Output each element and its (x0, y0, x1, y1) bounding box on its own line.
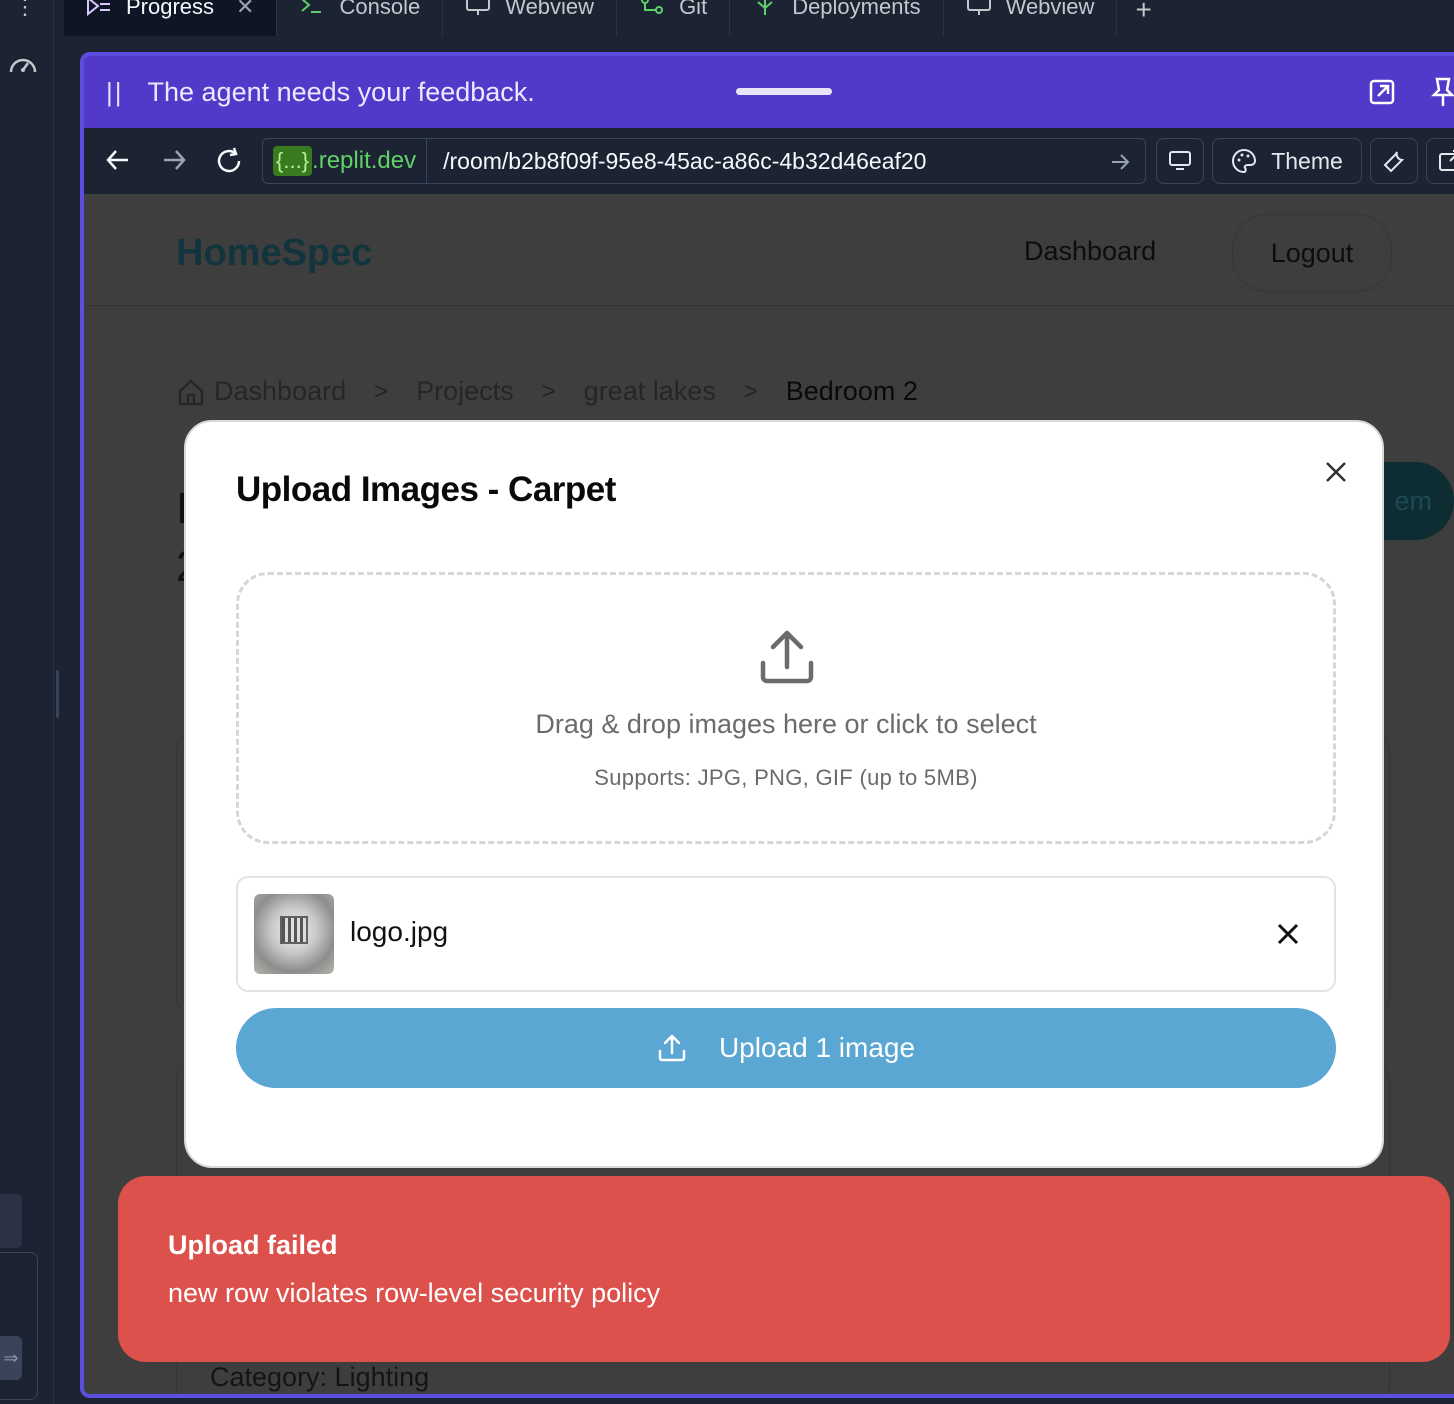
breadcrumb: Dashboard > Projects > great lakes > Bed… (176, 376, 918, 407)
dropzone-instructions: Drag & drop images here or click to sele… (535, 709, 1037, 739)
close-icon[interactable] (1322, 458, 1350, 486)
monitor-icon (466, 0, 491, 15)
tab-webview[interactable]: Webview (443, 0, 618, 36)
logout-button[interactable]: Logout (1232, 214, 1392, 292)
feedback-bar: || The agent needs your feedback. (84, 56, 1454, 128)
external-link-icon (1439, 150, 1454, 171)
tab-label: Deployments (792, 0, 921, 19)
tab-label: Progress (126, 0, 215, 19)
popout-icon[interactable] (1368, 78, 1396, 106)
drag-handle[interactable] (736, 88, 832, 95)
pin-icon[interactable] (1430, 76, 1454, 108)
toast-message: new row violates row-level security poli… (168, 1278, 661, 1308)
more-options-icon[interactable]: ⋮ (14, 0, 36, 20)
upload-button[interactable]: Upload 1 image (236, 1008, 1336, 1088)
tab-deployments[interactable]: Deployments (730, 0, 944, 36)
tab-label: Git (679, 0, 708, 19)
dialog-title: Upload Images - Carpet (236, 470, 616, 509)
breadcrumb-project[interactable]: great lakes (584, 376, 716, 407)
forward-arrow-icon[interactable] (160, 146, 188, 174)
tab-console[interactable]: Console (277, 0, 444, 36)
monitor-icon (1169, 151, 1191, 170)
breadcrumb-current: Bedroom 2 (785, 376, 918, 406)
palette-icon (1232, 148, 1257, 174)
go-arrow-icon[interactable] (1109, 151, 1131, 173)
feedback-message: The agent needs your feedback. (147, 76, 535, 107)
speedometer-icon[interactable] (8, 52, 38, 83)
tab-label: Webview (1005, 0, 1095, 19)
left-rail: ⋮ ⇒ (0, 0, 59, 1404)
new-tab-button[interactable]: + (1117, 0, 1169, 36)
drag-grip-icon[interactable]: || (106, 77, 124, 108)
selected-file-item: logo.jpg (236, 876, 1336, 992)
toast-title: Upload failed (168, 1230, 338, 1260)
devtools-button[interactable] (1370, 138, 1418, 184)
file-name: logo.jpg (350, 916, 449, 947)
domain-badge: {...} .replit.dev (263, 139, 428, 183)
progress-icon (87, 0, 110, 16)
url-path: /room/b2b8f09f-95e8-45ac-a86c-4b32d46eaf… (443, 147, 927, 174)
upload-icon (658, 1034, 686, 1062)
deployments-icon (757, 0, 773, 15)
app-header: HomeSpec Dashboard Logout (84, 194, 1454, 306)
wrench-icon (1383, 151, 1405, 173)
resize-handle[interactable] (56, 670, 59, 718)
plus-icon: + (1135, 0, 1152, 25)
domain-suffix: .replit.dev (312, 147, 417, 174)
theme-button[interactable]: Theme (1212, 138, 1362, 184)
monitor-icon (966, 0, 991, 15)
nav-dashboard-link[interactable]: Dashboard (1024, 236, 1156, 267)
brand-logo[interactable]: HomeSpec (176, 232, 372, 275)
upload-images-dialog: Upload Images - Carpet Drag & drop image… (184, 420, 1384, 1168)
rail-card (0, 1194, 22, 1248)
console-icon (301, 0, 322, 13)
error-toast[interactable]: Upload failed new row violates row-level… (118, 1176, 1450, 1362)
device-toggle-button[interactable] (1156, 138, 1204, 184)
reload-icon[interactable] (214, 146, 244, 176)
breadcrumb-dashboard[interactable]: Dashboard (214, 376, 346, 407)
tab-label: Console (339, 0, 421, 19)
url-bar: {...} .replit.dev /room/b2b8f09f-95e8-45… (84, 128, 1454, 194)
tab-webview-2[interactable]: Webview (944, 0, 1118, 36)
tab-bar: Progress ✕ Console Webview Git Deploymen… (64, 0, 1454, 36)
chevron-right-icon: > (541, 377, 556, 405)
send-icon[interactable]: ⇒ (0, 1336, 22, 1380)
dropzone-supported-formats: Supports: JPG, PNG, GIF (up to 5MB) (594, 765, 978, 790)
upload-icon (760, 630, 814, 684)
close-tab-icon[interactable]: ✕ (236, 0, 254, 20)
breadcrumb-projects[interactable]: Projects (416, 376, 514, 407)
upload-button-label: Upload 1 image (718, 1032, 916, 1063)
address-field[interactable]: {...} .replit.dev /room/b2b8f09f-95e8-45… (262, 138, 1146, 184)
home-icon (178, 378, 204, 405)
remove-file-icon[interactable] (1274, 920, 1302, 948)
tab-progress[interactable]: Progress ✕ (64, 0, 278, 36)
tab-git[interactable]: Git (617, 0, 731, 36)
open-new-window-button[interactable] (1426, 138, 1454, 184)
theme-label: Theme (1271, 147, 1343, 174)
tab-label: Webview (505, 0, 595, 19)
chevron-right-icon: > (743, 377, 758, 405)
item-category: Category: Lighting (210, 1362, 430, 1392)
image-dropzone[interactable]: Drag & drop images here or click to sele… (236, 572, 1336, 844)
git-icon (641, 0, 664, 14)
back-arrow-icon[interactable] (104, 146, 132, 174)
domain-brace: {...} (273, 146, 313, 176)
chevron-right-icon: > (374, 377, 389, 405)
file-thumbnail (254, 894, 334, 974)
